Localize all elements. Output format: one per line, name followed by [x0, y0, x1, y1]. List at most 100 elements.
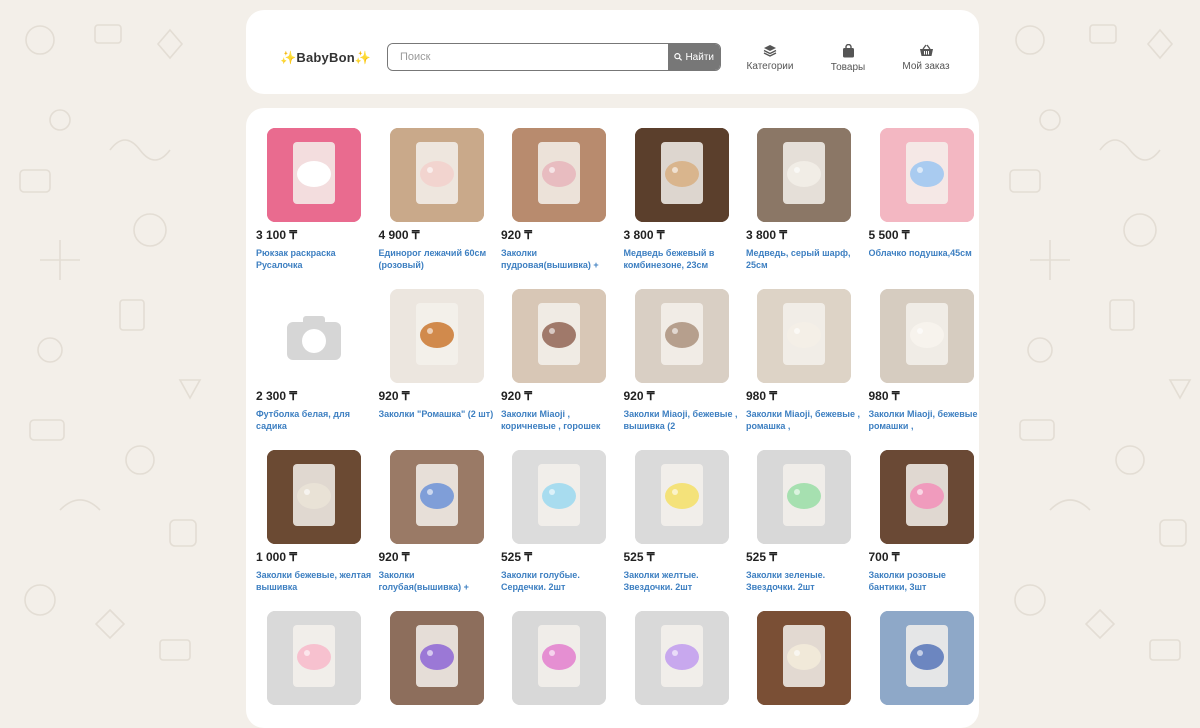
product-title[interactable]: Заколки Miaoji , коричневые , горошек [501, 408, 617, 432]
product-photo [757, 289, 851, 383]
basket-icon [919, 44, 933, 56]
product-price: 525 ₸ [746, 550, 777, 564]
product-image[interactable] [634, 450, 729, 544]
product-card[interactable]: 3 800 ₸ Медведь, серый шарф, 25см [746, 128, 862, 271]
product-title[interactable]: Заколки пудровая(вышивка) + [501, 247, 617, 271]
product-title[interactable]: Заколки розовые бантики, 3шт [869, 569, 980, 593]
product-title[interactable]: Заколки бежевые, желтая вышивка [256, 569, 372, 593]
product-title[interactable]: Заколки Miaoji, бежевые , ромашки , [869, 408, 980, 432]
product-photo [267, 128, 361, 222]
product-title[interactable] [746, 711, 862, 728]
camera-placeholder-icon [287, 316, 341, 360]
product-price: 5 500 ₸ [868, 228, 910, 242]
product-title[interactable] [379, 711, 495, 728]
product-title[interactable] [869, 711, 980, 728]
nav-categories[interactable]: Категории [730, 44, 810, 72]
product-image[interactable] [389, 611, 484, 705]
product-price: 920 ₸ [378, 389, 410, 403]
product-card[interactable]: 525 ₸ Заколки желтые. Звездочки. 2шт [624, 450, 740, 593]
search-bar: Найти [387, 43, 721, 71]
product-title[interactable]: Футболка белая, для садика [256, 408, 372, 432]
product-price: 3 800 ₸ [746, 228, 787, 242]
product-card[interactable]: 3 100 ₸ Рюкзак раскраска Русалочка [256, 128, 372, 271]
nav-my-order[interactable]: Мой заказ [886, 44, 966, 72]
product-list-panel: 3 100 ₸ Рюкзак раскраска Русалочка 4 900 ₸… [246, 108, 979, 728]
product-card[interactable]: 3 800 ₸ Медведь бежевый в комбинезоне, 23… [624, 128, 740, 271]
product-photo [634, 289, 729, 383]
product-card[interactable]: 1 000 ₸ Заколки бежевые, желтая вышивка [256, 450, 372, 593]
product-image[interactable] [634, 611, 729, 705]
product-photo [267, 611, 361, 705]
product-image[interactable] [879, 450, 974, 544]
product-image[interactable] [389, 289, 484, 383]
product-card[interactable]: 980 ₸ Заколки Miaoji, бежевые , ромашки , [869, 289, 980, 432]
product-title[interactable]: Заколки Miaoji, бежевые , вышивка (2 [624, 408, 740, 432]
product-image[interactable] [634, 128, 729, 222]
search-input[interactable] [388, 44, 668, 70]
product-image[interactable] [757, 128, 851, 222]
product-title[interactable]: Рюкзак раскраска Русалочка [256, 247, 372, 271]
search-button[interactable]: Найти [668, 44, 720, 70]
product-title[interactable] [256, 711, 372, 728]
product-title[interactable]: Заколки голубая(вышивка) + [379, 569, 495, 593]
product-card[interactable] [869, 611, 980, 728]
product-card[interactable]: 4 900 ₸ Единорог лежачий 60см (розовый) [379, 128, 495, 271]
product-image[interactable] [757, 450, 851, 544]
product-card[interactable]: 920 ₸ Заколки Miaoji, бежевые , вышивка (… [624, 289, 740, 432]
product-card[interactable] [379, 611, 495, 728]
product-image[interactable] [512, 289, 606, 383]
product-title[interactable]: Заколки зеленые. Звездочки. 2шт [746, 569, 862, 593]
product-price: 3 100 ₸ [256, 228, 297, 242]
nav-my-order-label: Мой заказ [902, 61, 950, 72]
product-image[interactable] [512, 611, 606, 705]
product-title[interactable]: Заколки "Ромашка" (2 шт) [379, 408, 495, 432]
product-image[interactable] [389, 450, 484, 544]
product-title[interactable]: Медведь, серый шарф, 25см [746, 247, 862, 271]
product-photo [389, 128, 484, 222]
product-card[interactable]: 700 ₸ Заколки розовые бантики, 3шт [869, 450, 980, 593]
product-title[interactable] [501, 711, 617, 728]
product-image[interactable] [267, 289, 361, 383]
product-image[interactable] [757, 289, 851, 383]
product-card[interactable]: 980 ₸ Заколки Miaoji, бежевые , ромашка , [746, 289, 862, 432]
brand-logo[interactable]: ✨BabyBon✨ [280, 50, 371, 66]
product-price: 920 ₸ [501, 228, 532, 242]
product-photo [634, 611, 729, 705]
product-card[interactable]: 2 300 ₸ Футболка белая, для садика [256, 289, 372, 432]
product-card[interactable]: 920 ₸ Заколки "Ромашка" (2 шт) [379, 289, 495, 432]
product-card[interactable]: 920 ₸ Заколки голубая(вышивка) + [379, 450, 495, 593]
product-title[interactable]: Заколки голубые. Сердечки. 2шт [501, 569, 617, 593]
product-card[interactable]: 920 ₸ Заколки пудровая(вышивка) + [501, 128, 617, 271]
product-image[interactable] [512, 450, 606, 544]
product-image[interactable] [879, 289, 974, 383]
product-card[interactable] [501, 611, 617, 728]
product-card[interactable]: 5 500 ₸ Облачко подушка,45см [869, 128, 980, 271]
product-image[interactable] [879, 611, 974, 705]
product-title[interactable]: Медведь бежевый в комбинезоне, 23см [624, 247, 740, 271]
product-image[interactable] [267, 450, 361, 544]
product-title[interactable]: Облачко подушка,45см [869, 247, 980, 271]
product-image[interactable] [389, 128, 484, 222]
product-price: 700 ₸ [868, 550, 900, 564]
product-card[interactable]: 920 ₸ Заколки Miaoji , коричневые , горош… [501, 289, 617, 432]
product-image[interactable] [879, 128, 974, 222]
product-title[interactable]: Заколки Miaoji, бежевые , ромашка , [746, 408, 862, 432]
nav-products[interactable]: Товары [808, 44, 888, 73]
product-price: 3 800 ₸ [623, 228, 665, 242]
product-image[interactable] [757, 611, 851, 705]
product-image[interactable] [512, 128, 606, 222]
product-card[interactable] [256, 611, 372, 728]
product-card[interactable]: 525 ₸ Заколки голубые. Сердечки. 2шт [501, 450, 617, 593]
product-price: 525 ₸ [501, 550, 532, 564]
product-title[interactable]: Заколки желтые. Звездочки. 2шт [624, 569, 740, 593]
product-photo [512, 450, 606, 544]
product-card[interactable] [624, 611, 740, 728]
product-image[interactable] [634, 289, 729, 383]
product-card[interactable]: 525 ₸ Заколки зеленые. Звездочки. 2шт [746, 450, 862, 593]
product-image[interactable] [267, 128, 361, 222]
product-card[interactable] [746, 611, 862, 728]
product-title[interactable] [624, 711, 740, 728]
nav-categories-label: Категории [746, 61, 794, 72]
product-title[interactable]: Единорог лежачий 60см (розовый) [379, 247, 495, 271]
product-image[interactable] [267, 611, 361, 705]
